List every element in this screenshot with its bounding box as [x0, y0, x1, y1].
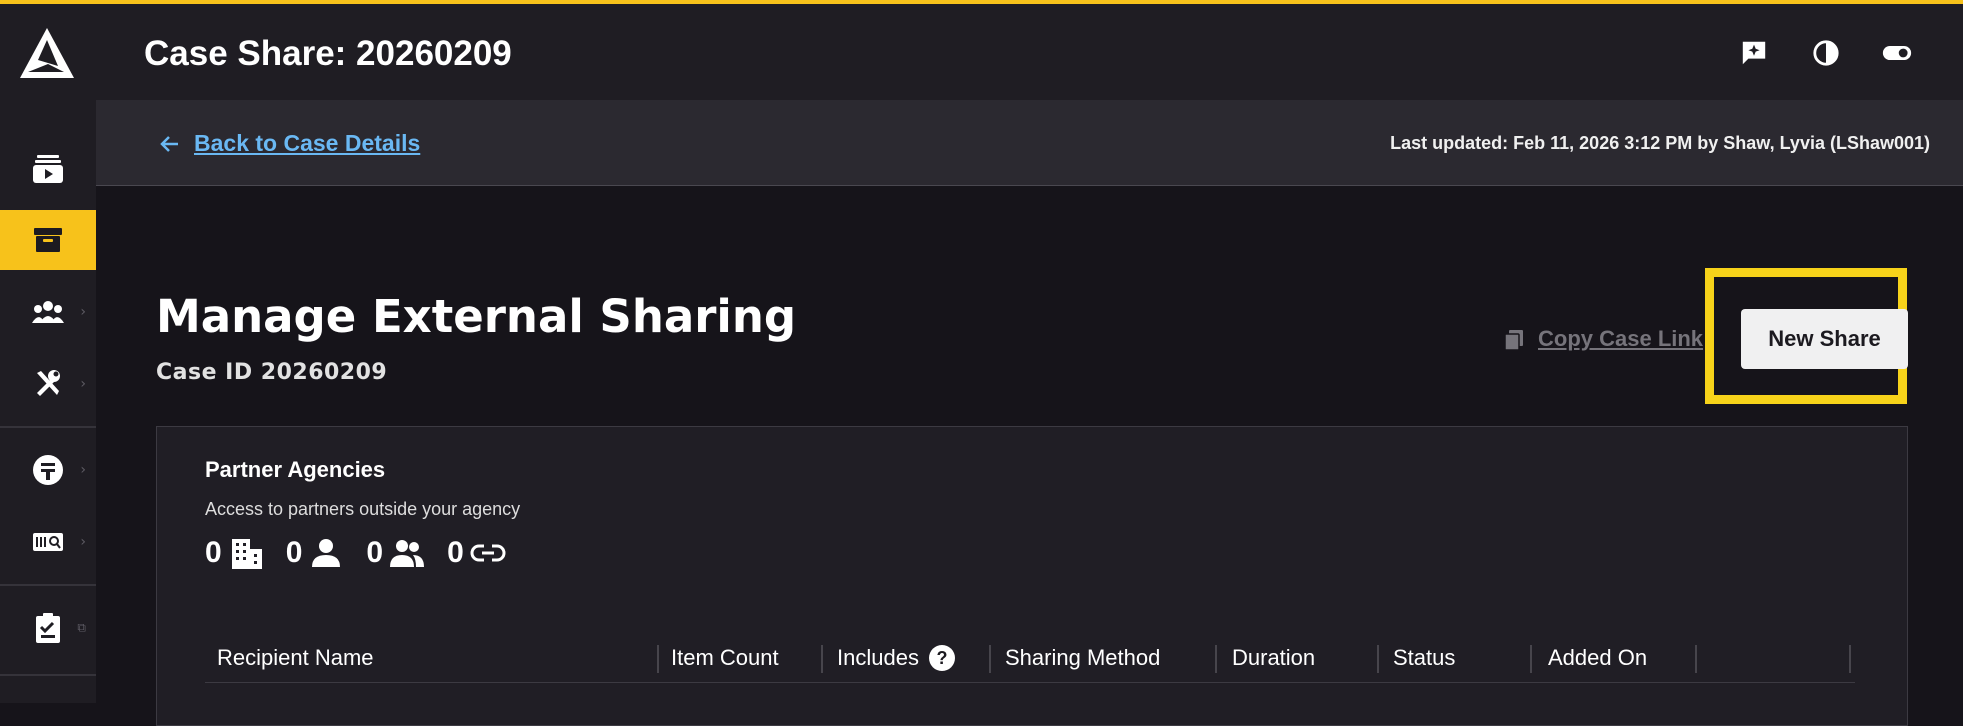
share-stats: 0 0 0 0 — [205, 535, 506, 571]
column-header-item-count[interactable]: Item Count — [671, 645, 779, 671]
column-resize-handle[interactable] — [1695, 645, 1697, 673]
column-resize-handle[interactable] — [1377, 645, 1379, 673]
column-header-includes-label: Includes — [837, 645, 919, 670]
chevron-right-icon: › — [80, 534, 86, 550]
column-resize-handle[interactable] — [1849, 645, 1851, 673]
group-count-value: 0 — [366, 536, 384, 569]
link-icon — [470, 544, 506, 562]
column-header-recipient[interactable]: Recipient Name — [217, 645, 374, 671]
card-subtitle: Access to partners outside your agency — [205, 499, 521, 519]
sidebar-divider — [0, 674, 96, 676]
group-icon — [390, 540, 425, 567]
nav-media[interactable] — [0, 138, 96, 198]
nav-clipboard[interactable]: ⧉ — [0, 598, 96, 658]
chevron-right-icon: › — [80, 462, 86, 478]
column-resize-handle[interactable] — [1530, 645, 1532, 673]
copy-icon — [1504, 330, 1523, 351]
column-resize-handle[interactable] — [1215, 645, 1217, 673]
nav-barcode[interactable]: › — [0, 512, 96, 572]
column-header-includes[interactable]: Includes ? — [837, 645, 955, 671]
evidence-icon — [33, 455, 63, 485]
sidebar: › › › › ⧉ — [0, 4, 96, 703]
user-count: 0 — [286, 535, 345, 571]
card-title: Partner Agencies — [205, 457, 386, 482]
column-header-sharing-method[interactable]: Sharing Method — [1005, 645, 1160, 671]
contrast-icon[interactable] — [1811, 38, 1841, 68]
user-count-value: 0 — [285, 536, 303, 569]
chevron-right-icon: › — [80, 376, 86, 392]
case-box-icon — [34, 228, 62, 252]
nav-cases[interactable] — [0, 210, 96, 270]
barcode-icon — [33, 533, 63, 551]
app-logo-icon[interactable] — [18, 26, 76, 82]
back-link[interactable]: Back to Case Details — [158, 130, 420, 157]
clipboard-icon — [36, 613, 60, 643]
copy-case-link-label[interactable]: Copy Case Link — [1538, 326, 1703, 352]
agency-count: 0 — [205, 535, 264, 571]
column-resize-handle[interactable] — [821, 645, 823, 673]
sub-header: Back to Case Details Last updated: Feb 1… — [96, 100, 1963, 186]
feedback-icon[interactable] — [1739, 38, 1769, 68]
column-header-status[interactable]: Status — [1393, 645, 1455, 671]
nav-tools[interactable]: › — [0, 354, 96, 414]
shares-table-header: Recipient Name Item Count Includes ? Sha… — [205, 633, 1855, 683]
person-icon — [312, 539, 341, 567]
link-count-value: 0 — [447, 536, 464, 569]
people-icon — [32, 301, 64, 323]
sidebar-divider — [0, 584, 96, 586]
chevron-right-icon: › — [80, 304, 86, 320]
external-link-icon: ⧉ — [77, 620, 86, 635]
sidebar-divider — [0, 426, 96, 428]
agency-count-value: 0 — [205, 536, 222, 569]
nav-people[interactable]: › — [0, 282, 96, 342]
page-title: Case Share: 20260209 — [144, 34, 512, 73]
media-icon — [33, 155, 63, 183]
section-heading: Manage External Sharing — [156, 290, 797, 343]
new-share-button[interactable]: New Share — [1741, 309, 1908, 369]
building-icon — [231, 539, 262, 569]
case-id-label: Case ID 20260209 — [156, 360, 388, 385]
column-resize-handle[interactable] — [657, 645, 659, 673]
column-header-added-on[interactable]: Added On — [1548, 645, 1647, 671]
nav-evidence[interactable]: › — [0, 440, 96, 500]
arrow-left-icon — [160, 135, 178, 152]
column-header-duration[interactable]: Duration — [1232, 645, 1315, 671]
column-resize-handle[interactable] — [989, 645, 991, 673]
link-count: 0 — [447, 535, 506, 571]
toggle-icon[interactable] — [1882, 38, 1912, 68]
copy-case-link[interactable]: Copy Case Link — [1502, 326, 1703, 352]
group-count: 0 — [366, 535, 425, 571]
partner-agencies-card: Partner Agencies Access to partners outs… — [156, 426, 1908, 726]
help-icon[interactable]: ? — [928, 645, 955, 671]
back-link-label[interactable]: Back to Case Details — [194, 130, 420, 157]
last-updated-text: Last updated: Feb 11, 2026 3:12 PM by Sh… — [1390, 133, 1930, 153]
tools-icon — [37, 370, 60, 396]
top-bar: Case Share: 20260209 — [96, 4, 1963, 100]
